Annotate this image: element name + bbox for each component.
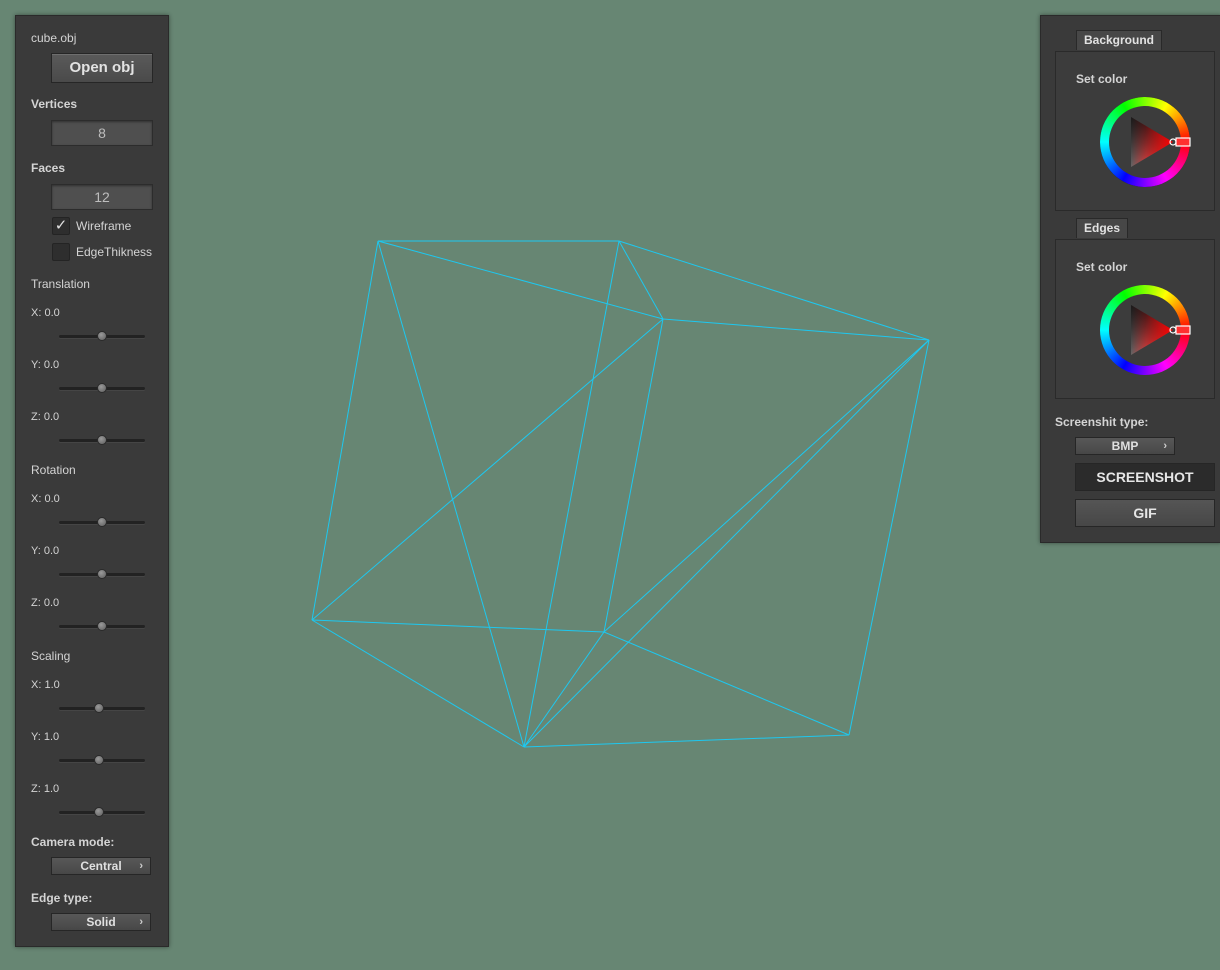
edge-type-value: Solid [86, 915, 116, 929]
model-edge [603, 631, 850, 736]
background-color-group: Set color [1055, 51, 1215, 211]
slider-handle[interactable] [97, 569, 107, 579]
model-edge [523, 631, 605, 748]
scaling-z-slider[interactable] [59, 806, 145, 820]
translation-x-slider[interactable] [59, 330, 145, 344]
slider-handle[interactable] [94, 755, 105, 765]
chevron-right-icon: › [1163, 440, 1167, 452]
translation-z-label: Z: 0.0 [31, 411, 60, 423]
model-edge [311, 619, 525, 748]
model-edge [603, 339, 930, 633]
edges-set-color-label: Set color [1076, 260, 1128, 274]
edges-color-group: Set color [1055, 239, 1215, 399]
appearance-panel: Background Set color Edges Set color Scr… [1040, 15, 1220, 543]
faces-label: Faces [31, 161, 66, 175]
background-set-color-label: Set color [1076, 72, 1128, 86]
screenshot-type-dropdown[interactable]: BMP › [1075, 437, 1175, 455]
rotation-y-label: Y: 0.0 [31, 545, 60, 557]
slider-handle[interactable] [97, 517, 107, 527]
rotation-z-label: Z: 0.0 [31, 597, 60, 609]
scaling-section-title: Scaling [31, 649, 71, 663]
translation-x-label: X: 0.0 [31, 307, 60, 319]
viewport-canvas[interactable] [0, 0, 1220, 970]
wireframe-checkbox[interactable]: ✓ [52, 217, 70, 235]
slider-handle[interactable] [97, 435, 107, 445]
chevron-right-icon: › [139, 860, 143, 872]
rotation-x-label: X: 0.0 [31, 493, 60, 505]
model-edge [311, 240, 379, 621]
model-edge [523, 734, 850, 748]
model-edge [377, 240, 525, 748]
model-edge [377, 240, 664, 320]
translation-y-label: Y: 0.0 [31, 359, 60, 371]
slider-handle[interactable] [97, 383, 107, 393]
model-edge [311, 619, 605, 633]
slider-handle[interactable] [94, 703, 105, 713]
model-edge [618, 240, 930, 341]
model-edge [848, 339, 930, 736]
scaling-x-slider[interactable] [59, 702, 145, 716]
screenshot-type-label: Screenshit type: [1055, 415, 1149, 429]
rotation-section-title: Rotation [31, 463, 76, 477]
model-edge [662, 318, 930, 341]
screenshot-button[interactable]: SCREENSHOT [1075, 463, 1215, 491]
rotation-y-slider[interactable] [59, 568, 145, 582]
scaling-y-slider[interactable] [59, 754, 145, 768]
edge-type-label: Edge type: [31, 891, 93, 905]
slider-handle[interactable] [97, 621, 107, 631]
camera-mode-label: Camera mode: [31, 835, 115, 849]
checkmark-icon: ✓ [54, 217, 68, 234]
wireframe-model [311, 240, 930, 748]
translation-y-slider[interactable] [59, 382, 145, 396]
rotation-x-slider[interactable] [59, 516, 145, 530]
model-settings-panel: cube.obj Open obj Vertices 8 Faces 12 ✓ … [15, 15, 169, 947]
chevron-right-icon: › [139, 916, 143, 928]
rotation-z-slider[interactable] [59, 620, 145, 634]
file-name-label: cube.obj [31, 31, 77, 45]
background-color-wheel[interactable] [1100, 97, 1194, 191]
camera-mode-dropdown[interactable]: Central › [51, 857, 151, 875]
model-edge [603, 318, 664, 633]
scaling-x-label: X: 1.0 [31, 679, 60, 691]
slider-handle[interactable] [97, 331, 107, 341]
tab-background[interactable]: Background [1076, 30, 1162, 50]
camera-mode-value: Central [80, 859, 122, 873]
edges-color-wheel[interactable] [1100, 285, 1194, 379]
faces-count-field: 12 [51, 184, 153, 210]
translation-section-title: Translation [31, 277, 90, 291]
edge-thickness-checkbox[interactable] [52, 243, 70, 261]
tab-edges[interactable]: Edges [1076, 218, 1128, 238]
vertices-label: Vertices [31, 97, 78, 111]
model-edge [523, 339, 930, 748]
gif-button[interactable]: GIF [1075, 499, 1215, 527]
wireframe-label: Wireframe [76, 219, 132, 233]
vertices-count-field: 8 [51, 120, 153, 146]
model-edge [523, 240, 620, 748]
screenshot-type-value: BMP [1111, 439, 1139, 453]
model-edge [311, 318, 664, 621]
translation-z-slider[interactable] [59, 434, 145, 448]
scaling-z-label: Z: 1.0 [31, 783, 60, 795]
open-obj-button[interactable]: Open obj [51, 53, 153, 83]
scaling-y-label: Y: 1.0 [31, 731, 60, 743]
edge-thickness-label: EdgeThikness [76, 245, 153, 259]
edge-type-dropdown[interactable]: Solid › [51, 913, 151, 931]
slider-handle[interactable] [94, 807, 105, 817]
